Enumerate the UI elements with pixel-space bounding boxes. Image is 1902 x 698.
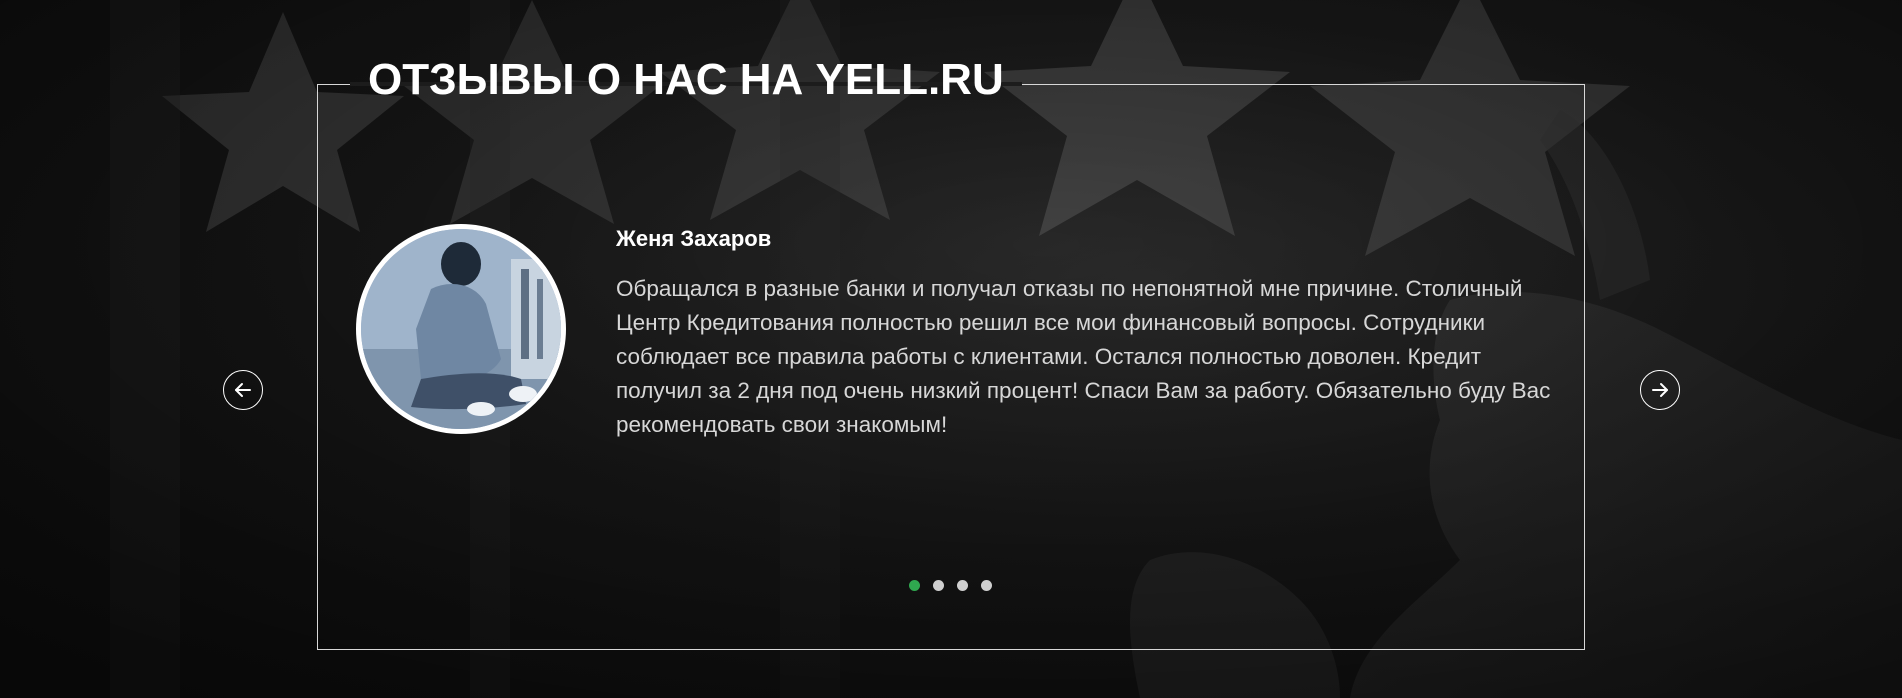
pagination-dot-1[interactable]: [909, 580, 920, 591]
pagination-dot-2[interactable]: [933, 580, 944, 591]
prev-slide-button[interactable]: [223, 370, 263, 410]
arrow-right-icon: [1652, 383, 1668, 397]
reviews-section: ОТЗЫВЫ О НАС НА YELL.RU Женя Захаров Обр…: [0, 0, 1902, 698]
arrow-left-icon: [235, 383, 251, 397]
reviewer-photo: [361, 229, 561, 429]
reviewer-avatar: [356, 224, 566, 434]
pagination-dot-4[interactable]: [981, 580, 992, 591]
review-text: Обращался в разные банки и получал отказ…: [616, 276, 1551, 437]
section-title: ОТЗЫВЫ О НАС НА YELL.RU: [368, 55, 1004, 104]
reviewer-name: Женя Захаров: [616, 226, 772, 251]
pagination-dot-3[interactable]: [957, 580, 968, 591]
next-slide-button[interactable]: [1640, 370, 1680, 410]
carousel-pagination: [909, 580, 992, 591]
